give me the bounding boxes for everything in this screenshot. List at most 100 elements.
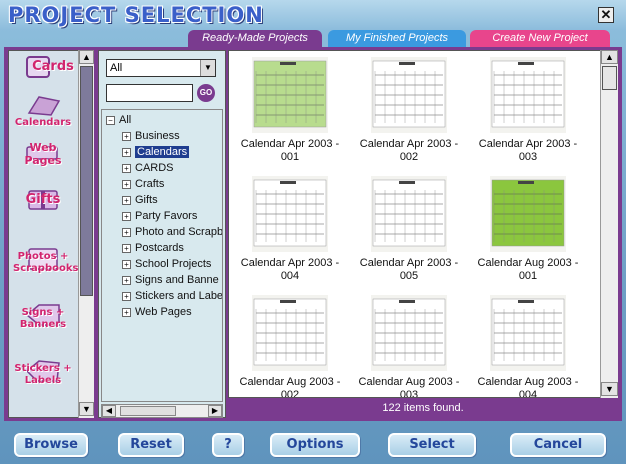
category-cards[interactable]: Cards [13,55,74,78]
close-button[interactable]: ✕ [598,7,614,23]
project-caption: Calendar Aug 2003 - 003 [358,376,460,398]
project-thumbnail[interactable]: Calendar Aug 2003 - 003 [350,295,468,398]
expand-icon[interactable]: + [122,275,131,285]
scroll-thumb[interactable] [80,66,93,296]
button-bar: Browse Reset ? Options Select Cancel [0,424,626,464]
expand-icon[interactable]: + [122,147,131,157]
tree-label: CARDS [135,162,174,174]
reset-button[interactable]: Reset [118,433,184,457]
go-button[interactable]: GO [197,84,215,102]
tree-item[interactable]: + Crafts [122,176,164,192]
window-title: PROJECT SELECTION [8,3,264,27]
calendar-preview [371,176,447,252]
expand-icon[interactable]: + [122,227,131,237]
category-filter-select[interactable]: All ▼ [106,59,216,77]
scroll-thumb[interactable] [602,66,617,90]
expand-icon[interactable]: + [122,179,131,189]
cancel-button[interactable]: Cancel [510,433,606,457]
browse-button[interactable]: Browse [14,433,88,457]
title-bar: PROJECT SELECTION ✕ [0,0,626,30]
category-signs-banners[interactable]: Signs + Banners [13,303,73,331]
tree-item[interactable]: + Business [122,128,180,144]
scroll-thumb[interactable] [120,406,176,416]
tree-item[interactable]: + Postcards [122,240,184,256]
project-thumbnail[interactable]: Calendar Apr 2003 - 004 [231,176,349,283]
expand-icon[interactable]: + [122,243,131,253]
category-label: Cards [32,59,74,74]
expand-icon[interactable]: + [122,211,131,221]
calendar-preview [490,295,566,371]
tree-item[interactable]: + Gifts [122,192,158,208]
category-scrollbar[interactable]: ▲ ▼ [78,50,94,418]
project-thumbnail[interactable]: Calendar Apr 2003 - 001 [231,57,349,164]
project-caption: Calendar Aug 2003 - 004 [477,376,579,398]
scroll-down-button[interactable]: ▼ [601,382,618,396]
project-thumbnail[interactable]: Calendar Apr 2003 - 005 [350,176,468,283]
category-web-pages[interactable]: Web Pages [13,137,73,167]
tab-create-new-project[interactable]: Create New Project [470,30,610,47]
tree-label: Party Favors [135,210,198,222]
select-value: All [110,62,123,74]
expand-icon[interactable]: + [122,291,131,301]
project-thumbnail[interactable]: Calendar Aug 2003 - 001 [469,176,587,283]
category-label: Gifts [25,192,61,207]
tree-horizontal-scrollbar[interactable]: ◀ ▶ [101,404,223,418]
calendar-icon [27,96,61,116]
tree-label: All [119,114,132,126]
scroll-down-button[interactable]: ▼ [79,402,94,416]
project-thumbnail[interactable]: Calendar Aug 2003 - 004 [469,295,587,398]
expand-icon[interactable]: + [122,131,131,141]
calendar-preview [490,176,566,252]
tab-ready-made-projects[interactable]: Ready-Made Projects [188,30,322,47]
tree-item[interactable]: + CARDS [122,160,174,176]
tree-label: School Projects [135,258,212,270]
filter-panel: All ▼ GO − All + Business + Calendars + CARDS +… [98,50,226,418]
tree-item[interactable]: + Calendars [122,144,190,160]
category-label: Signs + Banners [19,307,67,330]
grid-scrollbar[interactable]: ▲ ▼ [600,50,618,398]
category-gifts[interactable]: Gifts [13,187,73,210]
options-button[interactable]: Options [270,433,360,457]
project-caption: Calendar Apr 2003 - 002 [359,138,459,163]
help-button[interactable]: ? [212,433,244,457]
category-stickers-labels[interactable]: Stickers + Labels [13,359,73,387]
tree-root[interactable]: − All [106,112,131,128]
chevron-down-icon[interactable]: ▼ [200,60,215,76]
tree-label: Signs and Banne [135,274,219,286]
project-caption: Calendar Apr 2003 - 001 [240,138,340,163]
project-caption: Calendar Aug 2003 - 001 [477,257,579,282]
calendar-preview [371,295,447,371]
calendar-preview [252,295,328,371]
category-label: Photos + Scrapbooks [13,251,79,274]
tree-item[interactable]: + Party Favors [122,208,197,224]
expand-icon[interactable]: + [122,259,131,269]
tree-label: Web Pages [135,306,192,318]
select-button[interactable]: Select [388,433,476,457]
expand-icon[interactable]: + [122,195,131,205]
tree-item[interactable]: + Photo and Scrapb [122,224,223,240]
tree-item[interactable]: + Signs and Banne [122,272,219,288]
category-label: Web Pages [24,141,62,167]
tree-item[interactable]: + School Projects [122,256,211,272]
expand-icon[interactable]: + [122,163,131,173]
tree-item[interactable]: + Stickers and Labe [122,288,222,304]
category-calendars[interactable]: Calendars [13,93,73,128]
project-thumbnail[interactable]: Calendar Apr 2003 - 003 [469,57,587,164]
scroll-left-button[interactable]: ◀ [102,405,116,417]
tree-item[interactable]: + Web Pages [122,304,192,320]
project-caption: Calendar Apr 2003 - 004 [240,257,340,282]
project-thumbnail[interactable]: Calendar Apr 2003 - 002 [350,57,468,164]
expand-icon[interactable]: + [122,307,131,317]
collapse-icon[interactable]: − [106,115,115,125]
project-selection-window: PROJECT SELECTION ✕ Ready-Made Projects … [0,0,626,464]
tree-label: Photo and Scrapb [135,226,223,238]
project-thumbnail[interactable]: Calendar Aug 2003 - 002 [231,295,349,397]
category-photos-scrapbooks[interactable]: Photos + Scrapbooks [13,247,79,275]
search-input[interactable] [106,84,193,102]
scroll-up-button[interactable]: ▲ [601,50,618,64]
calendar-preview [252,176,328,252]
scroll-up-button[interactable]: ▲ [79,50,94,64]
tab-my-finished-projects[interactable]: My Finished Projects [328,30,466,47]
project-grid: Calendar Apr 2003 - 001 Calendar Apr 2003… [228,50,618,398]
scroll-right-button[interactable]: ▶ [208,405,222,417]
